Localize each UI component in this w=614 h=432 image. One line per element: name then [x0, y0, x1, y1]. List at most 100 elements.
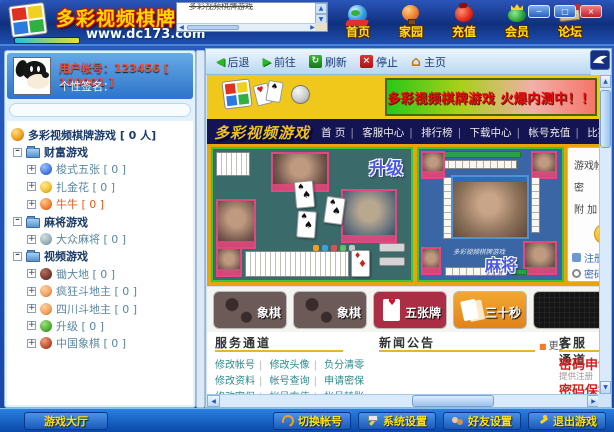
expand-icon[interactable]: [27, 287, 36, 296]
hscroll-thumb[interactable]: [187, 25, 239, 30]
promo-banner[interactable]: 多彩视频棋牌游戏 火爆内测中！！: [385, 78, 597, 116]
expand-icon[interactable]: [27, 304, 36, 313]
refresh-icon: ↻: [309, 55, 322, 68]
hscroll-thumb[interactable]: [412, 395, 494, 407]
home-button[interactable]: ⌂ 主页: [411, 54, 446, 70]
playing-card: [294, 180, 315, 209]
site-nav-links: 首 页 客服中心 排行榜 下载中心 帐号充值 比赛中心 体验: [321, 125, 600, 140]
login-panel: 游戏帐号 密 码 附 加 码 注册新帐号 密码查询: [567, 147, 600, 282]
panel-splitter[interactable]: [196, 50, 205, 408]
window-controls: ─ □ ×: [528, 5, 602, 18]
panel-toggle-button[interactable]: [590, 50, 610, 70]
site-link-support[interactable]: 客服中心: [362, 127, 418, 139]
close-button[interactable]: ×: [580, 5, 602, 18]
register-link[interactable]: 注册新帐号: [572, 250, 600, 265]
expand-icon[interactable]: [27, 339, 36, 348]
five-card-banner[interactable]: 五张牌: [373, 291, 447, 329]
logo-gradient-bar: [14, 37, 80, 44]
title-bar: 多彩视频棋牌游戏 www.dc173.com 多彩视频棋牌游戏 ▲ ▼ ◀ ▶ …: [0, 0, 614, 46]
chess-banner[interactable]: 象棋: [293, 291, 367, 329]
scroll-left-icon[interactable]: ◀: [177, 24, 186, 31]
site-link-download[interactable]: 下载中心: [470, 127, 526, 139]
expand-icon[interactable]: [27, 165, 36, 174]
site-link-home[interactable]: 首 页: [321, 127, 359, 139]
tree-item-chinese-chess[interactable]: 中国象棋 [ 0 ]: [11, 335, 193, 352]
thirty-seconds-banner[interactable]: 三十秒: [453, 291, 527, 329]
collapse-icon[interactable]: [13, 148, 22, 157]
rubiks-cube-logo-icon: [8, 2, 48, 38]
nav-recharge-button[interactable]: 充值: [444, 5, 484, 40]
link-modify-account[interactable]: 修改帐号: [215, 360, 266, 371]
site-logo: 多彩视频游戏: [214, 122, 310, 143]
announcement-hscrollbar[interactable]: ◀ ▶: [177, 23, 317, 31]
scroll-down-icon[interactable]: ▼: [600, 381, 611, 394]
mahjong-meld-bar: [437, 151, 521, 158]
home-globe-icon: [346, 5, 370, 25]
tree-group-mahjong-games[interactable]: 麻将游戏: [11, 213, 193, 230]
tree-item-niuniu[interactable]: 牛牛 [ 0 ]: [11, 196, 193, 213]
tree-group-video-games[interactable]: 视频游戏: [11, 248, 193, 265]
back-button[interactable]: ◀ 后退: [216, 54, 249, 70]
minimize-button[interactable]: ─: [528, 5, 550, 18]
horizontal-scrollbar[interactable]: ◀ ▶: [207, 394, 600, 407]
scroll-left-icon[interactable]: ◀: [207, 395, 220, 407]
game-icon: [40, 337, 52, 349]
app-window: 多彩视频棋牌游戏 www.dc173.com 多彩视频棋牌游戏 ▲ ▼ ◀ ▶ …: [0, 0, 614, 432]
system-settings-button[interactable]: 系统设置: [358, 412, 436, 430]
link-apply-protection[interactable]: 申请密保: [324, 376, 372, 387]
link-modify-profile[interactable]: 修改资料: [215, 376, 266, 387]
tree-item-five-card-stud[interactable]: 梭式五张 [ 0 ]: [11, 161, 193, 178]
back-arrow-icon: ◀: [216, 55, 224, 68]
blank-banner[interactable]: [533, 291, 600, 329]
link-account-query[interactable]: 帐号查询: [270, 376, 321, 387]
tree-item-shengji[interactable]: 升级 [ 0 ]: [11, 317, 193, 334]
friends-settings-button[interactable]: 好友设置: [443, 412, 521, 430]
link-modify-avatar[interactable]: 修改头像: [270, 360, 321, 371]
link-clear-negative[interactable]: 负分清零: [324, 360, 372, 371]
tree-root-lobby[interactable]: 多彩视频棋牌游戏 [ 0 人]: [11, 126, 193, 143]
find-password-link[interactable]: 密码查询: [572, 266, 600, 281]
announcement-box: 多彩视频棋牌游戏 ▲ ▼ ◀ ▶: [176, 2, 328, 32]
expand-icon[interactable]: [27, 200, 36, 209]
tree-group-wealth-games[interactable]: 财富游戏: [11, 143, 193, 160]
expand-icon[interactable]: [27, 269, 36, 278]
expand-icon[interactable]: [27, 235, 36, 244]
game-lobby-button[interactable]: 游戏大厅: [24, 412, 108, 430]
tree-item-sichuan-doudizhu[interactable]: 四川斗地主 [ 0 ]: [11, 300, 193, 317]
forward-button[interactable]: ▶ 前往: [262, 54, 295, 70]
nav-home-button[interactable]: 首页: [338, 5, 378, 40]
magnifier-icon: [572, 269, 581, 278]
tree-item-chudadi[interactable]: 锄大地 [ 0 ]: [11, 265, 193, 282]
stop-button[interactable]: × 停止: [360, 54, 398, 70]
tile-stack: [531, 177, 540, 233]
tree-item-zhajinhua[interactable]: 扎金花 [ 0 ]: [11, 178, 193, 195]
game-icon: [40, 163, 52, 175]
scroll-up-icon[interactable]: ▲: [600, 75, 611, 88]
video-feed: [531, 151, 557, 179]
site-link-ranking[interactable]: 排行榜: [421, 127, 466, 139]
site-link-recharge[interactable]: 帐号充值: [528, 127, 584, 139]
collapse-icon[interactable]: [13, 217, 22, 226]
vscroll-thumb[interactable]: [600, 90, 611, 148]
nav-homeland-button[interactable]: 家园: [391, 5, 431, 40]
user-signature-label: 个性签名：: [59, 78, 114, 94]
chess-banner[interactable]: 象棋: [213, 291, 287, 329]
exit-game-button[interactable]: 退出游戏: [528, 412, 606, 430]
collapse-icon[interactable]: [13, 252, 22, 261]
forward-arrow-icon: ▶: [262, 55, 270, 68]
support-item[interactable]: 密码保护: [559, 380, 600, 394]
video-feed: [216, 199, 256, 249]
maximize-button[interactable]: □: [554, 5, 576, 18]
service-links-row: 修改资料 帐号查询 申请密保: [215, 372, 372, 387]
expand-icon[interactable]: [27, 182, 36, 191]
friends-settings-icon: [452, 415, 464, 427]
expand-icon[interactable]: [27, 321, 36, 330]
refresh-button[interactable]: ↻ 刷新: [309, 54, 347, 70]
switch-account-button[interactable]: 切换帐号: [273, 412, 351, 430]
tree-item-popular-mahjong[interactable]: 大众麻将 [ 0 ]: [11, 230, 193, 247]
vertical-scrollbar[interactable]: ▲ ▼: [599, 75, 611, 394]
stop-icon: ×: [360, 55, 373, 68]
tree-item-crazy-doudizhu[interactable]: 疯狂斗地主 [ 0 ]: [11, 283, 193, 300]
captcha-field-label: 附 加 码: [574, 201, 600, 216]
scroll-up-icon[interactable]: ▲: [315, 3, 327, 14]
